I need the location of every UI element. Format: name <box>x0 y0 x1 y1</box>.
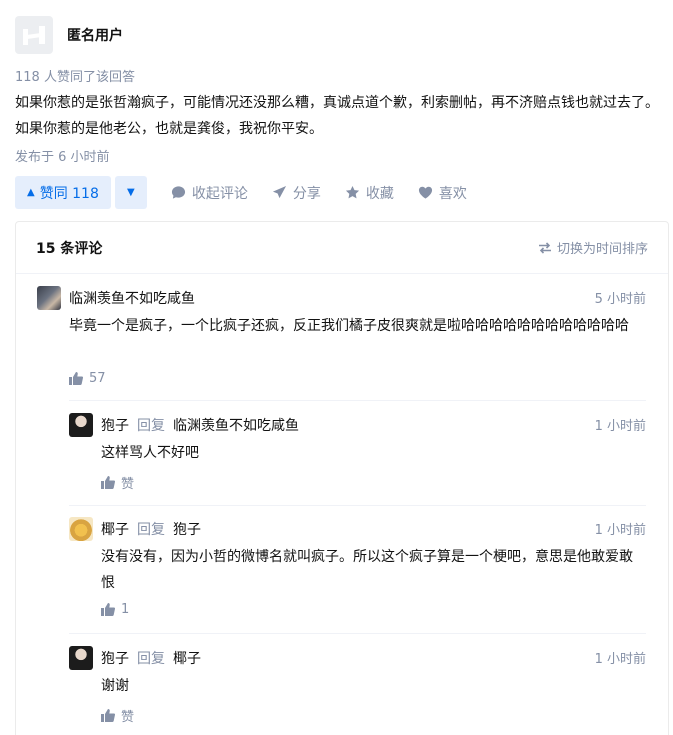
comment-text: 没有没有，因为小哲的微博名就叫疯子。所以这个疯子算是一个梗吧，意思是他敢爱敢恨 <box>101 549 633 591</box>
divider <box>69 505 646 506</box>
vote-up-button[interactable]: ▲ 赞同 118 <box>15 176 111 209</box>
comment-text: 这样骂人不好吧 <box>101 445 199 461</box>
comment-like-button[interactable]: 57 <box>69 371 106 386</box>
divider <box>69 633 646 634</box>
anonymous-avatar[interactable] <box>15 16 53 54</box>
favorite-button[interactable]: 收藏 <box>345 183 394 203</box>
comment-time: 1 小时前 <box>594 419 646 434</box>
divider <box>69 400 646 401</box>
reply-target-name[interactable]: 狍子 <box>173 522 201 538</box>
comment-text: 毕竟一个是疯子，一个比疯子还疯，反正我们橘子皮很爽就是啦哈哈哈哈哈哈哈哈哈哈哈哈 <box>69 318 629 334</box>
comment-item: 临渊羡鱼不如吃咸鱼 5 小时前 毕竟一个是疯子，一个比疯子还疯，反正我们橘子皮很… <box>37 286 646 396</box>
thumbs-up-icon <box>69 372 83 385</box>
commenter-avatar[interactable] <box>69 413 93 437</box>
commenter-name[interactable]: 狍子 <box>101 651 129 667</box>
thumbs-up-icon <box>101 476 115 489</box>
publish-time: 发布于 6 小时前 <box>15 150 110 165</box>
commenter-avatar[interactable] <box>69 517 93 541</box>
reply-label: 回复 <box>137 651 165 667</box>
star-icon <box>345 185 359 199</box>
comments-header: 15 条评论 切换为时间排序 <box>16 222 668 274</box>
author-header: 匿名用户 <box>15 16 123 54</box>
thumbs-up-icon <box>101 603 115 616</box>
comment-time: 1 小时前 <box>594 652 646 667</box>
comment-icon <box>171 186 185 199</box>
answer-content: 如果你惹的是张哲瀚疯子，可能情况还没那么糟，真诚点道个歉，利索删帖，再不济赔点钱… <box>15 95 659 137</box>
answer-action-bar: ▲ 赞同 118 ▼ 收起评论 分享 收藏 喜欢 <box>15 176 467 209</box>
share-icon <box>272 185 286 199</box>
comment-like-button[interactable]: 赞 <box>101 473 134 492</box>
reply-target-name[interactable]: 临渊羡鱼不如吃咸鱼 <box>173 418 299 434</box>
comments-count-title: 15 条评论 <box>36 240 103 257</box>
sort-toggle-button[interactable]: 切换为时间排序 <box>538 238 648 257</box>
vote-summary: 118 人赞同了该回答 <box>15 70 135 85</box>
commenter-name[interactable]: 狍子 <box>101 418 129 434</box>
comment-reply-item: 狍子 回复 椰子 1 小时前 谢谢 赞 <box>69 646 646 731</box>
triangle-up-icon: ▲ <box>27 187 35 198</box>
triangle-down-icon: ▼ <box>127 187 135 198</box>
reply-target-name[interactable]: 椰子 <box>173 651 201 667</box>
collapse-comments-button[interactable]: 收起评论 <box>171 183 248 203</box>
author-name[interactable]: 匿名用户 <box>67 25 123 45</box>
comment-like-button[interactable]: 赞 <box>101 706 134 725</box>
comment-text: 谢谢 <box>101 678 129 694</box>
commenter-avatar[interactable] <box>69 646 93 670</box>
reply-label: 回复 <box>137 418 165 434</box>
thumbs-up-icon <box>101 709 115 722</box>
share-button[interactable]: 分享 <box>272 183 321 203</box>
heart-icon <box>418 186 432 199</box>
comment-reply-item: 椰子 回复 狍子 1 小时前 没有没有，因为小哲的微博名就叫疯子。所以这个疯子算是一… <box>69 517 646 627</box>
commenter-name[interactable]: 临渊羡鱼不如吃咸鱼 <box>69 291 195 307</box>
comment-like-button[interactable]: 1 <box>101 602 129 617</box>
commenter-name[interactable]: 椰子 <box>101 522 129 538</box>
vote-down-button[interactable]: ▼ <box>114 176 147 209</box>
like-button[interactable]: 喜欢 <box>418 183 467 203</box>
comment-time: 5 小时前 <box>594 292 646 307</box>
swap-icon <box>538 241 551 254</box>
reply-label: 回复 <box>137 522 165 538</box>
comments-panel: 15 条评论 切换为时间排序 临渊羡鱼不如吃咸鱼 5 小时前 毕竟一个是疯子，一… <box>15 221 669 735</box>
comment-reply-item: 狍子 回复 临渊羡鱼不如吃咸鱼 1 小时前 这样骂人不好吧 赞 <box>69 413 646 498</box>
comment-time: 1 小时前 <box>594 523 646 538</box>
vote-up-label: 赞同 118 <box>39 185 99 202</box>
commenter-avatar[interactable] <box>37 286 61 310</box>
